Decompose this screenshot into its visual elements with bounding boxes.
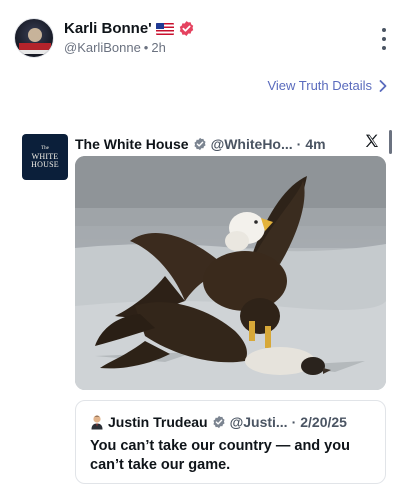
author-name[interactable]: Karli Bonne' (64, 20, 152, 37)
quoted-post-text: You can’t take our country — and you can… (90, 438, 350, 473)
us-flag-icon (155, 22, 174, 35)
quoted-author-handle[interactable]: @Justi... (230, 414, 288, 430)
quoted-date: 2/20/25 (300, 414, 347, 430)
verified-badge-icon (213, 415, 225, 429)
wh-avatar-text-1: The (41, 145, 49, 151)
author-name-row: Karli Bonne' (64, 20, 195, 37)
post-header: Karli Bonne' @KarliBonne • 2h (14, 18, 396, 62)
author-avatar[interactable] (14, 18, 54, 58)
embedded-time: 4m (305, 136, 326, 152)
verified-badge-icon (194, 137, 206, 151)
white-house-avatar[interactable]: The WHITE HOUSE (22, 134, 68, 180)
view-truth-details-label: View Truth Details (267, 78, 372, 93)
quoted-post-header: Justin Trudeau @Justi... · 2/20/25 (90, 414, 347, 430)
view-truth-details-link[interactable]: View Truth Details (267, 78, 388, 93)
wh-avatar-text-3: HOUSE (31, 159, 59, 169)
embedded-separator: · (296, 136, 302, 152)
meta-separator: • (143, 40, 149, 55)
post-time: 2h (151, 40, 166, 55)
quoted-author-name[interactable]: Justin Trudeau (108, 414, 208, 430)
post-meta: @KarliBonne • 2h (64, 40, 166, 55)
verified-badge-icon (179, 21, 193, 36)
embedded-author-name[interactable]: The White House (75, 136, 189, 152)
embedded-post-header: The White House @WhiteHo... · 4m (75, 136, 326, 152)
author-handle[interactable]: @KarliBonne (64, 40, 141, 55)
quoted-post[interactable]: Justin Trudeau @Justi... · 2/20/25 You c… (75, 400, 386, 484)
quoted-separator: · (291, 414, 297, 430)
person-emoji-icon (91, 415, 103, 430)
x-logo-icon[interactable] (364, 133, 380, 149)
scroll-indicator (389, 130, 392, 154)
embedded-author-handle[interactable]: @WhiteHo... (211, 136, 293, 152)
more-options-icon[interactable] (378, 28, 390, 50)
embedded-post[interactable]: The WHITE HOUSE The White House @WhiteHo… (16, 126, 396, 500)
chevron-right-icon (379, 79, 387, 92)
bald-eagle-photo[interactable] (75, 156, 386, 390)
